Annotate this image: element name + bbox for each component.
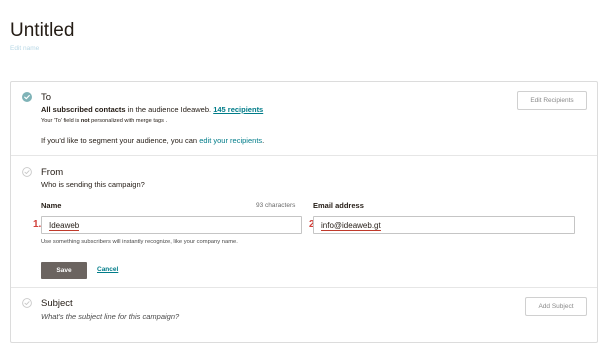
subject-subtitle: What's the subject line for this campaig… [41, 312, 180, 321]
check-circle-outline-icon [22, 298, 32, 308]
char-count: 93 characters [256, 202, 296, 209]
save-button[interactable]: Save [41, 262, 87, 279]
to-title: To [41, 92, 52, 103]
check-circle-outline-icon [22, 167, 32, 177]
check-circle-filled-icon [22, 92, 32, 102]
add-subject-button[interactable]: Add Subject [525, 297, 587, 316]
sender-email-field[interactable]: info@ideaweb.gt [313, 216, 575, 234]
cancel-link[interactable]: Cancel [97, 266, 118, 273]
sender-name-field[interactable]: Ideaweb [41, 216, 302, 234]
sender-email-value: info@ideaweb.gt [321, 221, 381, 231]
merge-tag-note: Your 'To' field is not personalized with… [41, 118, 167, 124]
subject-title: Subject [41, 298, 73, 309]
page-title: Untitled [10, 20, 75, 41]
edit-name-link[interactable]: Edit name [10, 45, 39, 52]
from-title: From [41, 167, 64, 178]
edit-recipients-link[interactable]: edit your recipients [199, 136, 262, 145]
recipients-link[interactable]: 145 recipients [213, 105, 263, 114]
sender-name-value: Ideaweb [49, 221, 80, 231]
from-section: From Who is sending this campaign? Name … [11, 156, 597, 288]
name-helper-text: Use something subscribers will instantly… [41, 239, 238, 245]
campaign-checklist: To All subscribed contacts in the audien… [10, 81, 598, 343]
email-label: Email address [313, 201, 364, 210]
subject-section: Subject What's the subject line for this… [11, 288, 597, 342]
segment-line: If you'd like to segment your audience, … [41, 136, 265, 145]
audience-line: All subscribed contacts in the audience … [41, 105, 264, 114]
from-subtitle: Who is sending this campaign? [41, 180, 145, 189]
to-section: To All subscribed contacts in the audien… [11, 82, 597, 156]
name-label: Name [41, 201, 62, 210]
edit-recipients-button[interactable]: Edit Recipients [517, 91, 587, 110]
